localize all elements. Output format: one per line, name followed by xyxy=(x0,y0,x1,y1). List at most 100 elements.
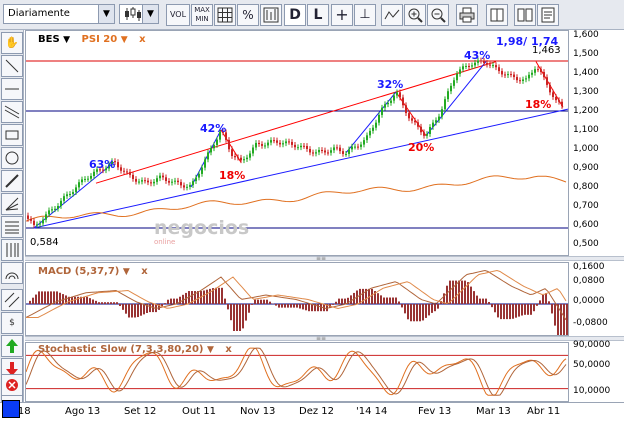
stoch-axis-tick: 10,0000 xyxy=(573,386,611,396)
rectangle-tool-button[interactable] xyxy=(1,124,23,146)
annotation-high: 1,463 xyxy=(532,45,561,56)
candle-body xyxy=(462,66,464,70)
psi-label[interactable]: PSI 20 xyxy=(82,34,118,45)
psi-dropdown-icon[interactable]: ▼ xyxy=(121,35,128,45)
color-picker-button[interactable] xyxy=(2,400,20,418)
arrow-up-button[interactable] xyxy=(1,335,23,357)
crosshair-button[interactable]: + xyxy=(331,4,353,26)
macd-histogram-bar xyxy=(464,280,466,304)
candle-body xyxy=(48,210,50,215)
candle-body xyxy=(207,152,209,160)
channel-icon xyxy=(4,105,20,119)
candle-body xyxy=(363,140,365,145)
line-tool-button[interactable] xyxy=(1,55,23,77)
macd-histogram-bar xyxy=(386,297,388,304)
minmax-bottom-label: MIN xyxy=(195,15,209,23)
zoom-in-button[interactable] xyxy=(404,4,426,26)
arc-tool-button[interactable] xyxy=(1,262,23,284)
macd-histogram-bar xyxy=(89,298,91,304)
candle-body xyxy=(138,181,140,183)
dollar-tool-button[interactable]: $ xyxy=(1,312,23,334)
price-legend: BES ▼ PSI 20 ▼ x xyxy=(38,34,146,45)
candle-body xyxy=(342,151,344,154)
stoch-axis: 90,0000 50,0000 10,0000 xyxy=(569,340,624,402)
price-chart-panel[interactable]: negocios online 63% 42% 18% 32% 20% 43% 18% 1,98/… xyxy=(25,30,569,256)
ellipse-tool-button[interactable] xyxy=(1,147,23,169)
candle-body xyxy=(204,159,206,168)
candle-body xyxy=(324,150,326,153)
macd-histogram-bar xyxy=(278,304,280,308)
pane-splitter-2[interactable]: ≡≡ xyxy=(25,336,624,342)
channel-tool-button[interactable] xyxy=(1,101,23,123)
daily-button[interactable]: D xyxy=(284,4,306,26)
stoch-label[interactable]: Stochastic Slow (7,3,3,80,20) xyxy=(38,344,203,355)
rectangle-icon xyxy=(5,130,19,140)
cursor-button[interactable]: ⊥ xyxy=(354,4,376,26)
macd-histogram-bar xyxy=(38,291,40,304)
chart-type-select[interactable]: ▼ xyxy=(119,4,159,24)
print-button[interactable] xyxy=(456,4,478,26)
candle-body xyxy=(456,73,458,81)
symbol-dropdown-icon[interactable]: ▼ xyxy=(63,35,70,45)
macd-histogram-bar xyxy=(44,291,46,304)
macd-histogram-bar xyxy=(164,303,166,304)
candle-body xyxy=(195,177,197,182)
candle-body xyxy=(381,107,383,115)
macd-histogram-bar xyxy=(308,304,310,312)
macd-histogram-bar xyxy=(521,304,523,316)
columns-button[interactable] xyxy=(514,4,536,26)
x-axis-tick: Mar 13 xyxy=(476,406,511,417)
macd-histogram-bar xyxy=(296,304,298,308)
macd-label[interactable]: MACD (5,37,7) xyxy=(38,266,119,277)
candle-body xyxy=(186,186,188,188)
zoom-out-button[interactable] xyxy=(427,4,449,26)
grid-button[interactable] xyxy=(214,4,236,26)
columns-icon xyxy=(517,8,533,22)
macd-histogram-bar xyxy=(542,295,544,304)
candle-body xyxy=(504,74,506,76)
candle-body xyxy=(216,139,218,146)
symbol-label[interactable]: BES xyxy=(38,34,60,45)
candle-body xyxy=(210,148,212,153)
stoch-close-icon[interactable]: x xyxy=(225,344,231,355)
parallel-icon xyxy=(4,292,20,308)
psi-close-icon[interactable]: x xyxy=(139,34,145,45)
stochastic-panel[interactable]: Stochastic Slow (7,3,3,80,20) ▼ x xyxy=(25,342,569,402)
macd-histogram-bar xyxy=(230,304,232,321)
volume-button[interactable]: VOL xyxy=(166,4,190,26)
hand-tool-button[interactable]: ✋ xyxy=(1,32,23,54)
vlines-tool-button[interactable] xyxy=(1,239,23,261)
candle-body xyxy=(291,141,293,145)
candle-body xyxy=(357,146,359,148)
annotation-63pct: 63% xyxy=(89,158,115,171)
fib-retrace-button[interactable] xyxy=(1,216,23,238)
period-select[interactable]: Diariamente ▼ xyxy=(3,4,115,24)
minmax-button[interactable]: MAX MIN xyxy=(191,4,213,26)
percent-button[interactable]: % xyxy=(237,4,259,26)
help-button[interactable] xyxy=(537,4,559,26)
candle-body xyxy=(531,72,533,75)
macd-histogram-bar xyxy=(242,304,244,329)
candle-body xyxy=(189,185,191,187)
compare-button[interactable] xyxy=(260,4,282,26)
log-button[interactable]: L xyxy=(307,4,329,26)
macd-histogram-bar xyxy=(407,304,409,320)
candle-body xyxy=(474,62,476,66)
macd-panel[interactable]: MACD (5,37,7) ▼ x xyxy=(25,262,569,342)
draw-trend-button[interactable] xyxy=(381,4,403,26)
macd-close-icon[interactable]: x xyxy=(141,266,147,277)
macd-dropdown-icon[interactable]: ▼ xyxy=(123,267,130,277)
hline-tool-button[interactable] xyxy=(1,78,23,100)
candle-body xyxy=(177,180,179,183)
stoch-dropdown-icon[interactable]: ▼ xyxy=(207,345,214,355)
book-button[interactable] xyxy=(486,4,508,26)
parallel-tool-button[interactable] xyxy=(1,289,23,311)
fib-tool-button[interactable] xyxy=(1,193,23,215)
pencil-tool-button[interactable] xyxy=(1,170,23,192)
candle-body xyxy=(528,74,530,79)
delete-button[interactable] xyxy=(1,374,23,396)
candle-body xyxy=(78,182,80,188)
pane-splitter[interactable]: ≡≡ xyxy=(25,256,624,262)
macd-histogram-bar xyxy=(302,304,304,310)
macd-histogram-bar xyxy=(416,304,418,322)
